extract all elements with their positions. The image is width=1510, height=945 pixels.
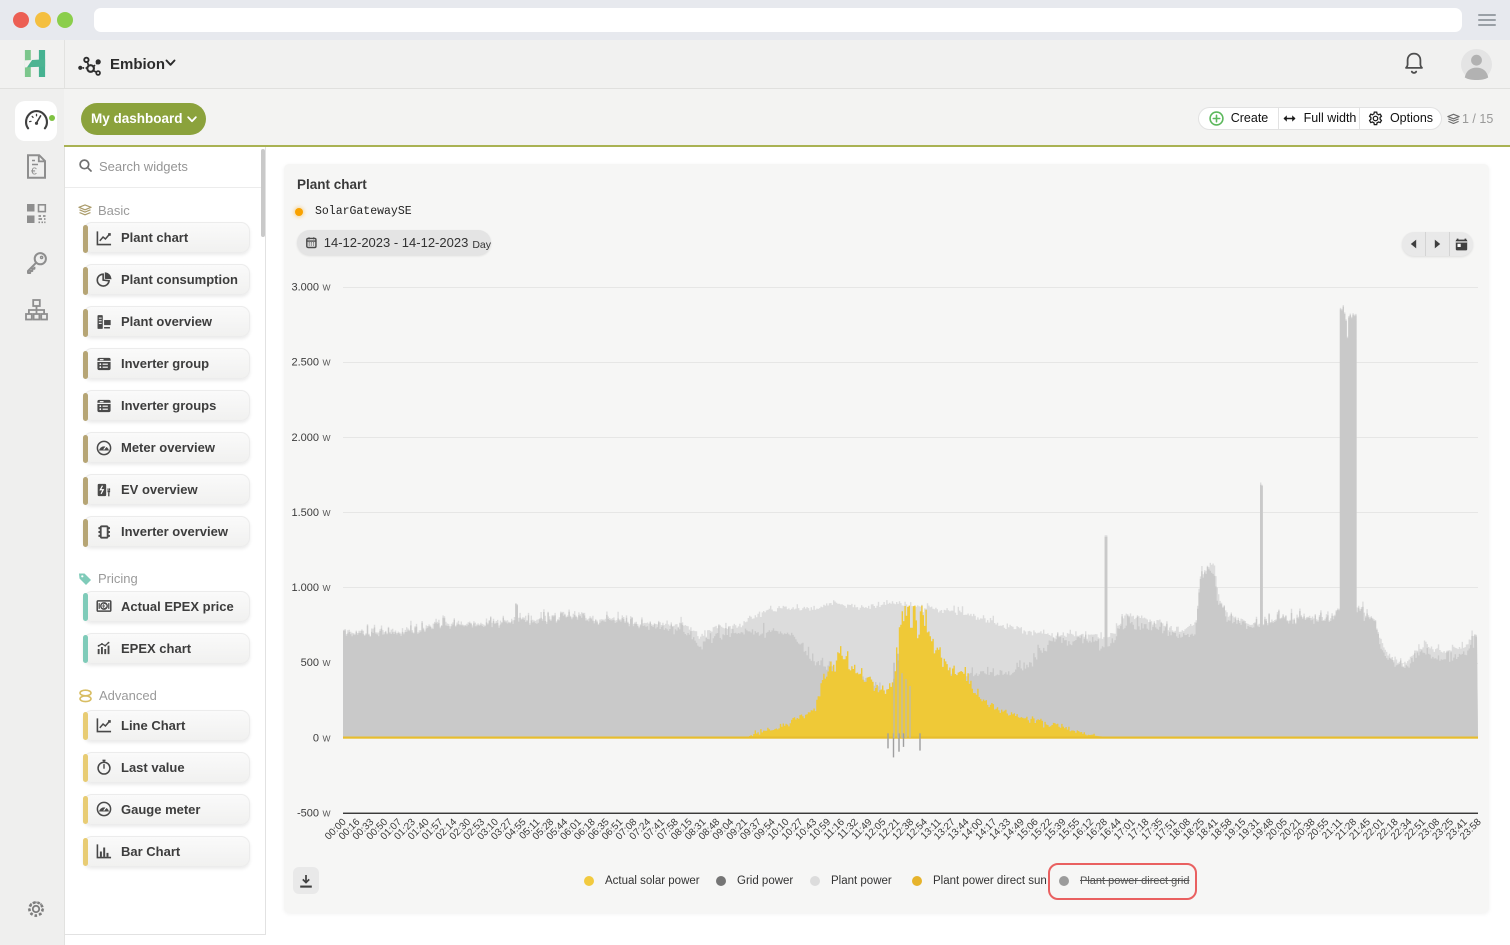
svg-text:500: 500 xyxy=(301,657,319,669)
svg-text:2.500: 2.500 xyxy=(291,357,319,369)
svg-text:W: W xyxy=(323,583,331,593)
svg-text:W: W xyxy=(323,358,331,368)
svg-text:€: € xyxy=(31,166,37,178)
svg-text:1.000: 1.000 xyxy=(291,582,319,594)
svg-text:W: W xyxy=(323,283,331,293)
svg-text:€: € xyxy=(102,603,106,610)
svg-text:W: W xyxy=(323,733,331,743)
svg-text:1.500: 1.500 xyxy=(291,507,319,519)
svg-text:0: 0 xyxy=(313,732,319,744)
svg-text:W: W xyxy=(323,433,331,443)
svg-text:2.000: 2.000 xyxy=(291,432,319,444)
svg-text:W: W xyxy=(323,658,331,668)
svg-text:W: W xyxy=(323,809,331,819)
svg-text:-500: -500 xyxy=(297,808,319,820)
svg-text:3.000: 3.000 xyxy=(291,282,319,294)
svg-text:W: W xyxy=(323,508,331,518)
